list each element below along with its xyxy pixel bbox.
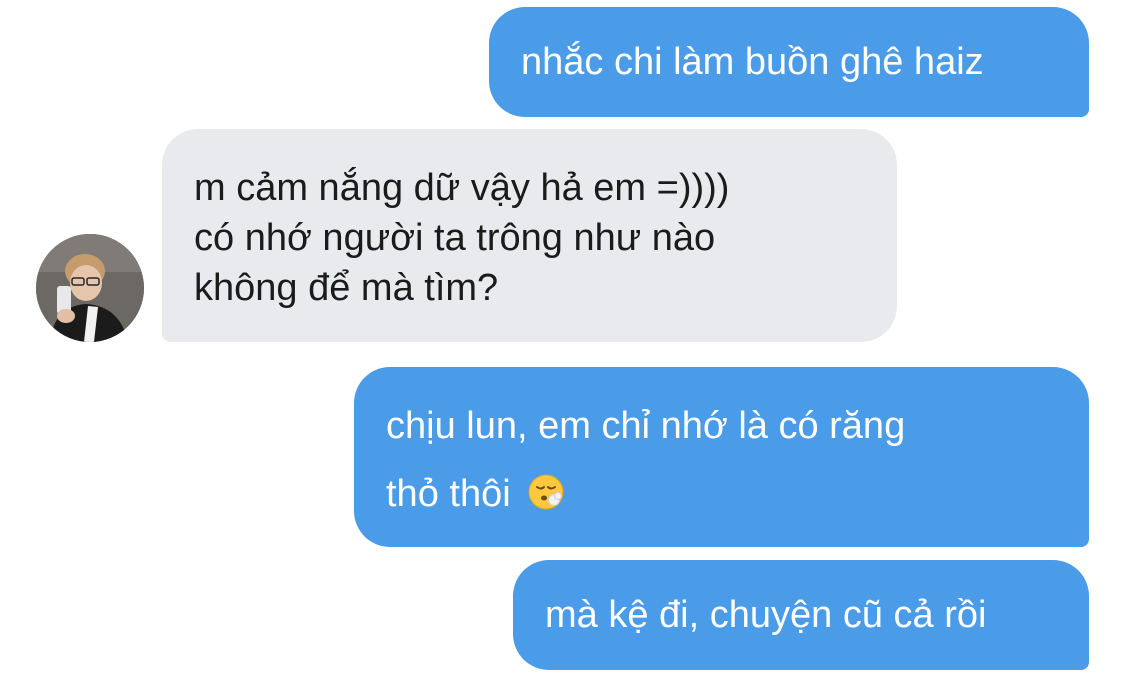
message-line: có nhớ người ta trông như nào bbox=[194, 217, 716, 259]
message-line: m cảm nắng dữ vậy hả em =)))) bbox=[194, 167, 730, 209]
message-line: không để mà tìm? bbox=[194, 267, 499, 309]
message-line: thỏ thôi bbox=[386, 473, 511, 515]
message-line: chịu lun, em chỉ nhớ là có răng bbox=[386, 405, 906, 447]
message-text: nhắc chi làm buồn ghê haiz bbox=[521, 41, 984, 83]
face-exhaling-icon bbox=[527, 465, 565, 533]
message-line-with-emoji: thỏ thôi bbox=[386, 460, 1057, 533]
sent-message[interactable]: mà kệ đi, chuyện cũ cả rồi bbox=[513, 560, 1089, 670]
avatar-photo bbox=[36, 234, 144, 342]
received-message[interactable]: m cảm nắng dữ vậy hả em =)))) có nhớ ngư… bbox=[162, 129, 897, 342]
contact-avatar[interactable] bbox=[36, 234, 144, 342]
message-text: mà kệ đi, chuyện cũ cả rồi bbox=[545, 594, 987, 636]
sent-message[interactable]: chịu lun, em chỉ nhớ là có răng thỏ thôi bbox=[354, 367, 1089, 547]
sent-message[interactable]: nhắc chi làm buồn ghê haiz bbox=[489, 7, 1089, 117]
chat-thread: nhắc chi làm buồn ghê haiz m cảm nắng dữ… bbox=[0, 0, 1125, 678]
